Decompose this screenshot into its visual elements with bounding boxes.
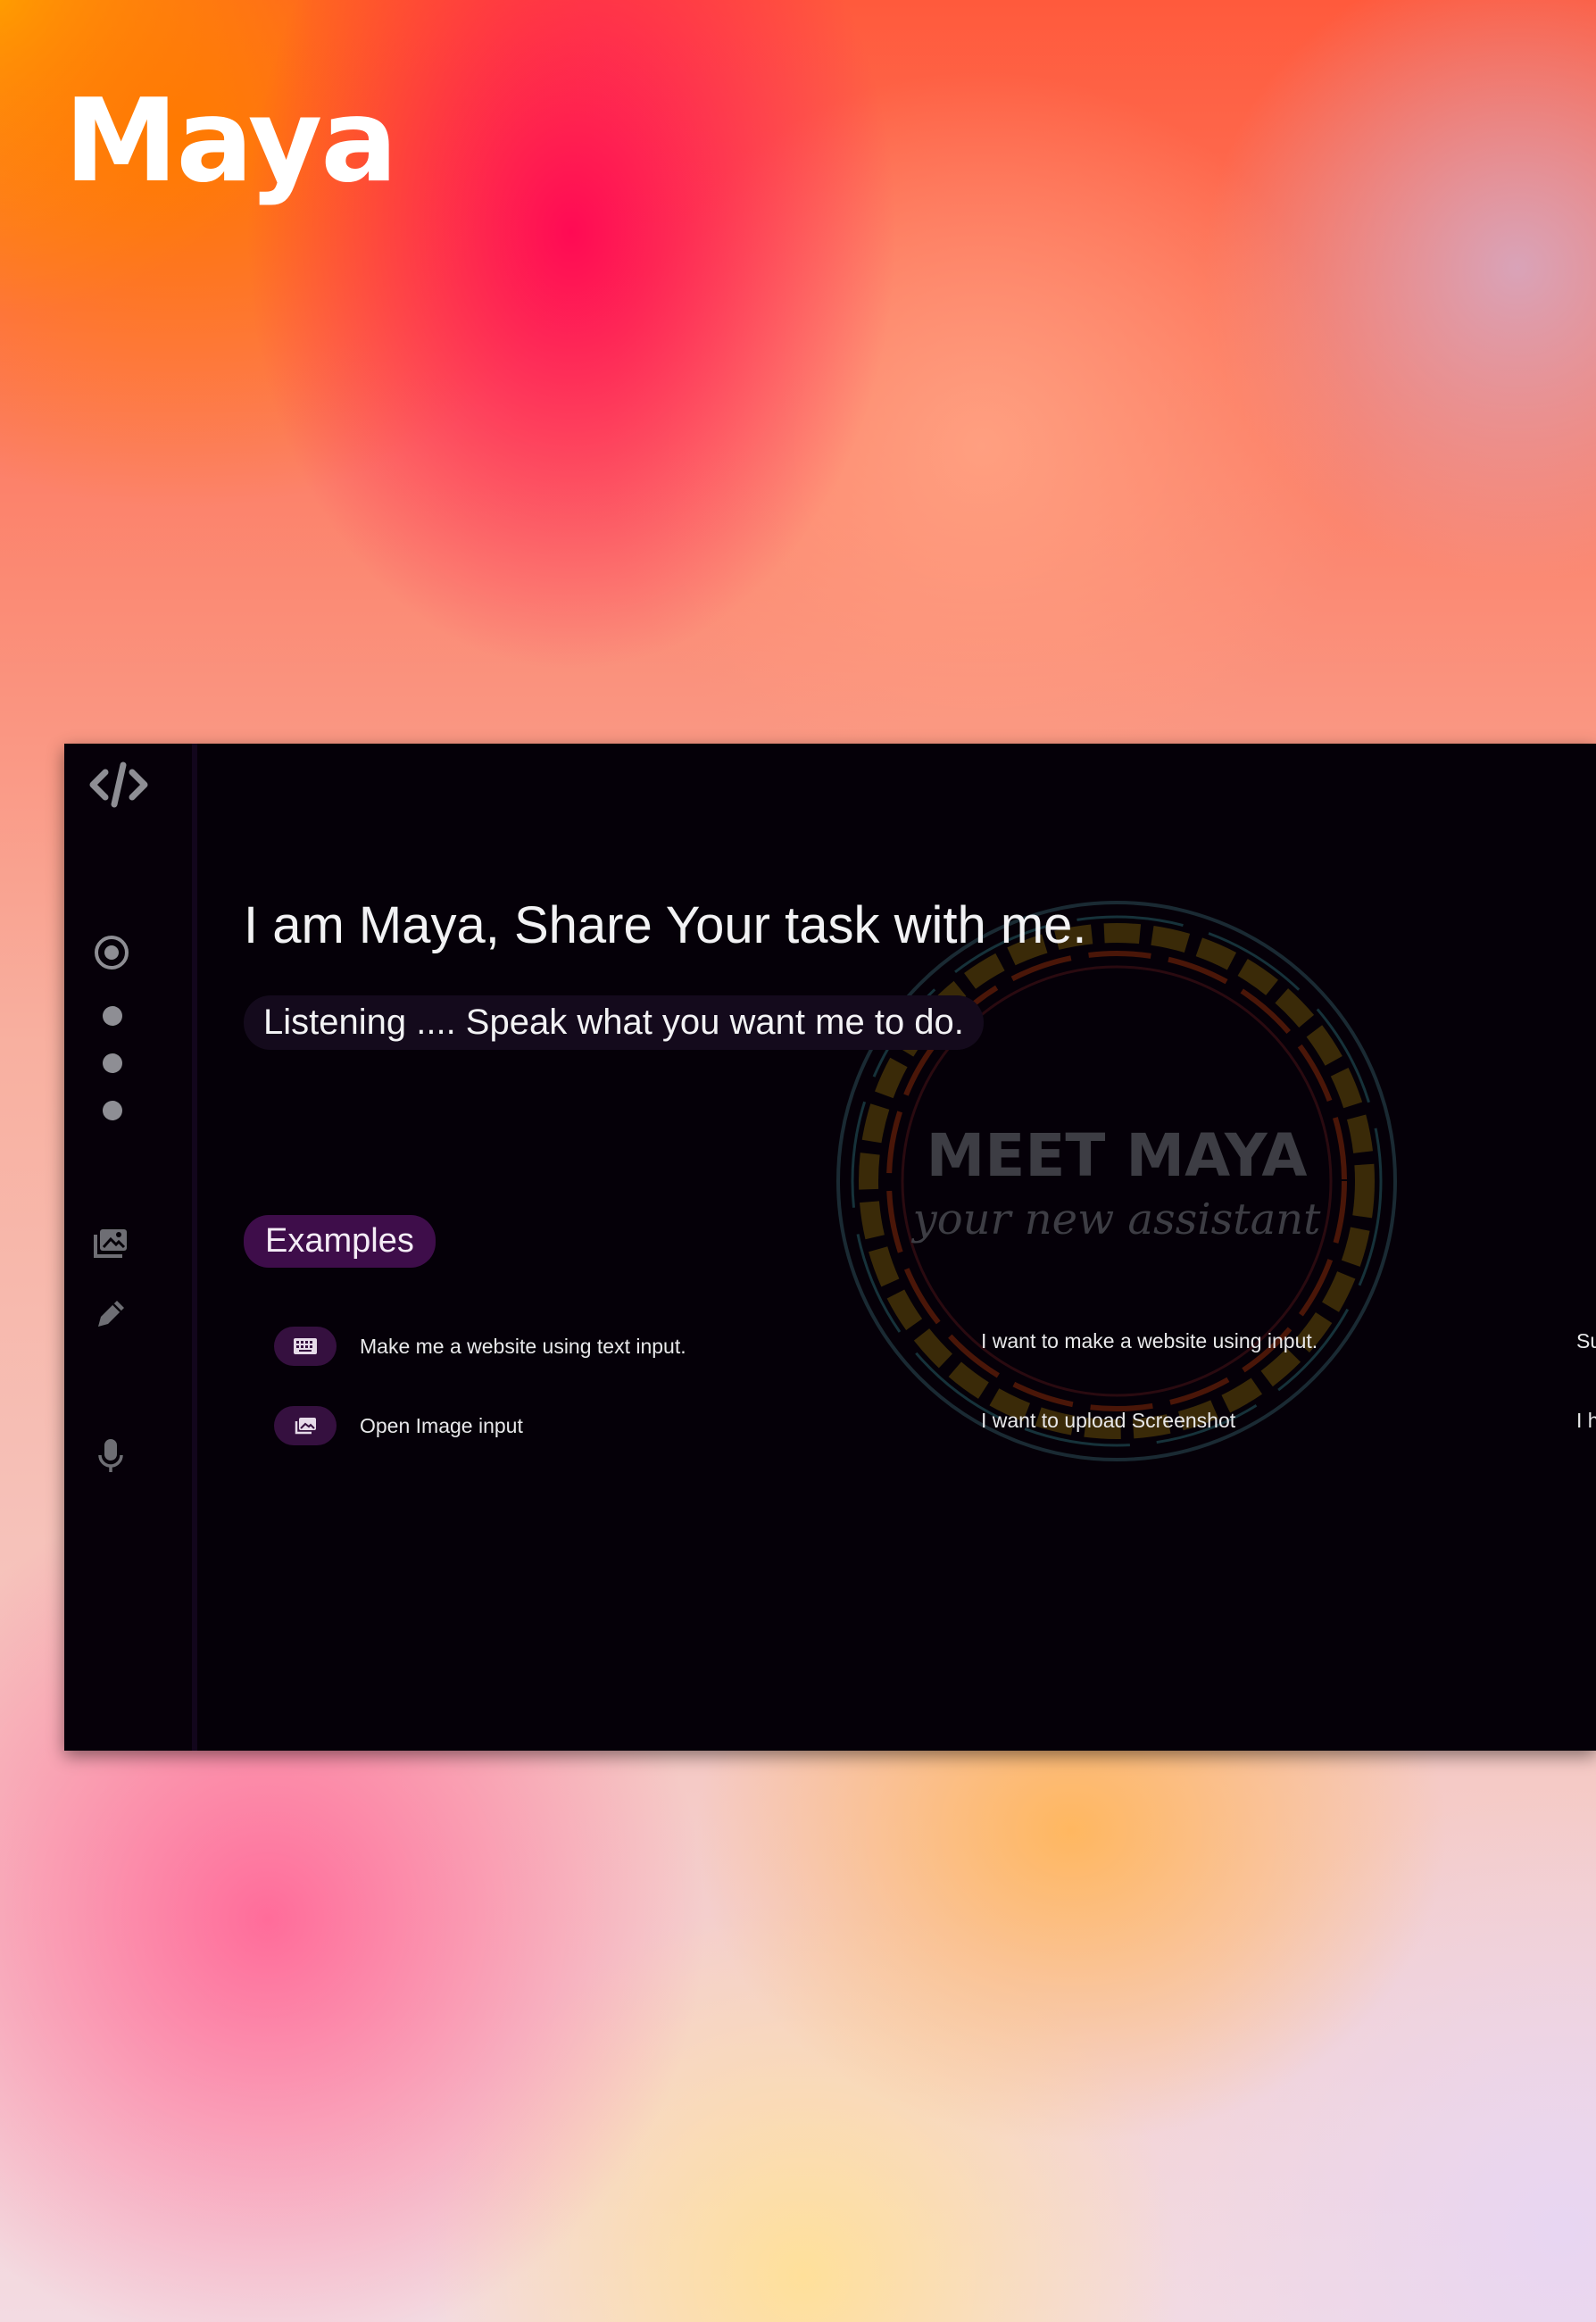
pencil-icon[interactable] [91,1294,130,1334]
app-window: MEET MAYA your new assistant I am Maya, … [64,744,1596,1751]
microphone-icon[interactable] [91,1436,130,1475]
prompt-item[interactable]: I want to make a website using input. [981,1329,1318,1353]
brand-title: Maya [64,75,398,208]
prompt-item[interactable]: I h [1576,1409,1596,1433]
prompt-item[interactable]: I want to upload Screenshot [981,1409,1235,1433]
example-pill[interactable] [274,1406,337,1445]
listening-status: Listening .... Speak what you want me to… [244,995,984,1050]
sidebar [64,744,197,1751]
meet-maya-badge: MEET MAYA your new assistant [831,895,1402,1467]
gallery-icon[interactable] [91,1224,130,1263]
example-text-input[interactable]: Make me a website using text input. [274,1326,686,1367]
dot-icon[interactable] [103,1006,122,1026]
page-title: I am Maya, Share Your task with me. [244,896,1087,954]
dot-icon[interactable] [103,1101,122,1120]
main-content: MEET MAYA your new assistant I am Maya, … [197,744,1596,1751]
example-label: Make me a website using text input. [360,1334,686,1358]
code-icon[interactable] [87,760,150,810]
radio-icon[interactable] [93,934,130,971]
badge-title: MEET MAYA [926,1121,1308,1190]
example-label: Open Image input [360,1413,523,1437]
dot-icon[interactable] [103,1053,122,1073]
image-icon [295,1418,316,1435]
examples-tag: Examples [244,1215,436,1268]
example-pill[interactable] [274,1327,337,1366]
prompt-item[interactable]: Su [1576,1329,1596,1353]
example-image-input[interactable]: Open Image input [274,1405,523,1446]
keyboard-icon [294,1338,317,1354]
badge-subtitle: your new assistant [912,1194,1321,1244]
